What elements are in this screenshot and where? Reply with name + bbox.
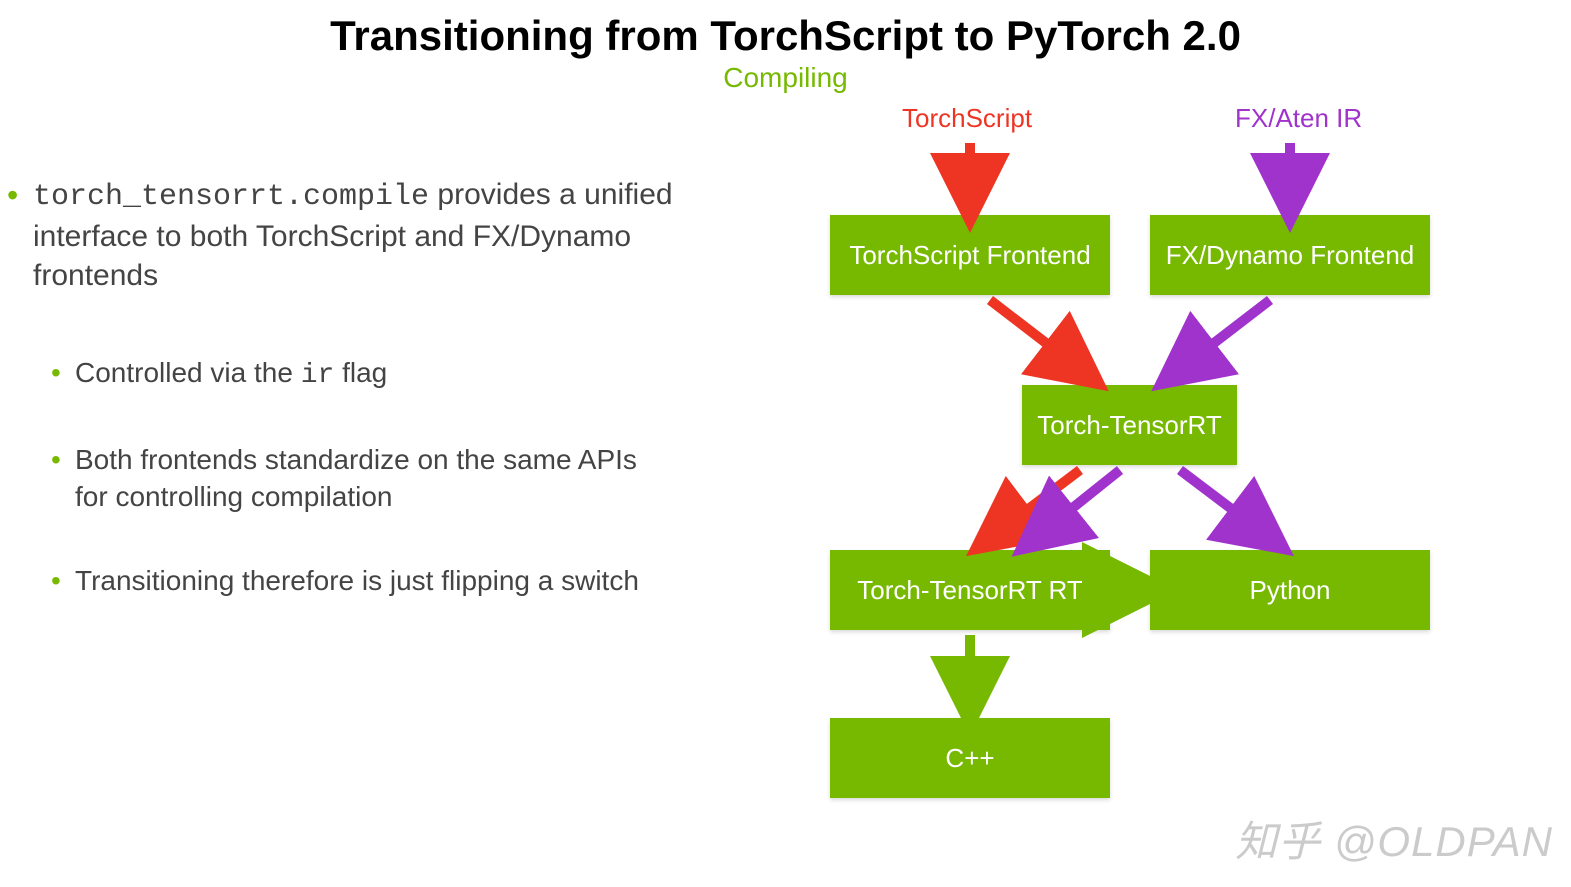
box-torchscript-frontend: TorchScript Frontend	[830, 215, 1110, 295]
sub-bullet-list: Controlled via the ir flag Both frontend…	[5, 355, 675, 600]
box-cpp: C++	[830, 718, 1110, 798]
bullet-sub2: Both frontends standardize on the same A…	[51, 442, 675, 515]
bullet-content: torch_tensorrt.compile provides a unifie…	[5, 175, 675, 648]
arrow-trt-to-python	[1180, 470, 1270, 538]
arrow-tsfe-to-trt	[990, 300, 1085, 373]
arrow-trt-to-rt-red	[990, 470, 1080, 538]
bullet-sub3: Transitioning therefore is just flipping…	[51, 563, 675, 599]
arrows-layer	[680, 95, 1550, 875]
arrow-fxfe-to-trt	[1175, 300, 1270, 373]
box-torch-tensorrt-rt: Torch-TensorRT RT	[830, 550, 1110, 630]
slide-root: Transitioning from TorchScript to PyTorc…	[0, 0, 1571, 887]
box-python: Python	[1150, 550, 1430, 630]
box-torch-tensorrt: Torch-TensorRT	[1022, 385, 1237, 465]
bullet-sub1-post: flag	[334, 357, 387, 388]
bullet-sub1-pre: Controlled via the	[75, 357, 301, 388]
bullet-sub1: Controlled via the ir flag	[51, 355, 675, 394]
label-fx-aten: FX/Aten IR	[1235, 103, 1362, 134]
arrow-trt-to-rt-purple	[1035, 470, 1120, 538]
label-torchscript: TorchScript	[902, 103, 1032, 134]
bullet-main: torch_tensorrt.compile provides a unifie…	[5, 175, 675, 295]
box-fx-dynamo-frontend: FX/Dynamo Frontend	[1150, 215, 1430, 295]
slide-subtitle: Compiling	[0, 62, 1571, 94]
watermark: 知乎 @OLDPAN	[1235, 808, 1553, 869]
code-ir: ir	[301, 360, 335, 391]
slide-title: Transitioning from TorchScript to PyTorc…	[0, 12, 1571, 60]
flow-diagram: TorchScript FX/Aten IR TorchScript Front…	[680, 95, 1550, 875]
code-compile: torch_tensorrt.compile	[33, 180, 429, 214]
